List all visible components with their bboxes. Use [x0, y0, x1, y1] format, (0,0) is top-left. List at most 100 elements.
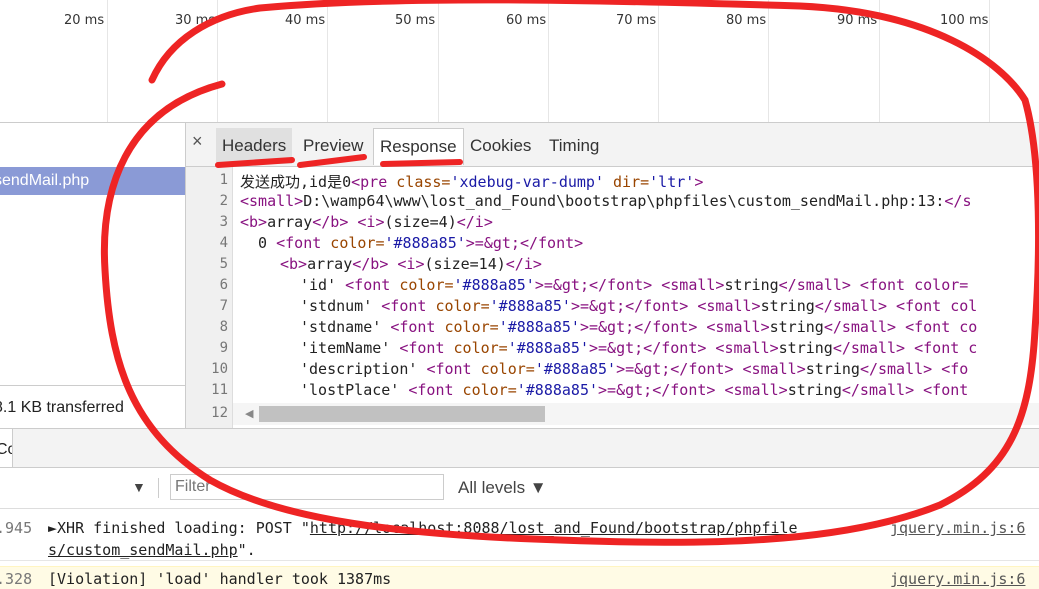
toolbar-divider — [158, 478, 159, 498]
timeline-tick: 70 ms — [616, 13, 657, 28]
code-tag: <font — [381, 297, 427, 315]
code-tag: <font — [408, 381, 454, 399]
timeline-tick: 80 ms — [726, 13, 767, 28]
tab-cookies[interactable]: Cookies — [464, 128, 537, 164]
response-viewer: 1 2 3 4 5 6 7 8 9 10 11 12 发送成功,id是0<pre… — [186, 167, 1039, 428]
horizontal-scrollbar[interactable]: ◀ — [233, 403, 1039, 425]
line-number: 2 — [219, 193, 228, 209]
code-tag: <font — [390, 318, 436, 336]
close-icon[interactable]: × — [192, 131, 203, 152]
message-text: ►XHR finished loading: POST "http://loca… — [48, 519, 798, 537]
drawer-header: Console — [0, 428, 1039, 468]
code-key: 'description' — [300, 360, 427, 378]
timeline-tick: 40 ms — [285, 13, 326, 28]
message-timestamp: .328 — [0, 570, 33, 588]
request-url-link[interactable]: s/custom_sendMail.php — [48, 541, 238, 559]
code-tag: <small> — [240, 192, 304, 210]
code-line: 'lostPlace' <font color='#888a85'>=&gt;<… — [300, 381, 968, 399]
code-tag: </b> — [312, 213, 349, 231]
code-attr: color= — [453, 381, 517, 399]
code-value: '#888a85' — [489, 297, 571, 315]
code-tag: </small> <font c — [832, 339, 978, 357]
code-value: '#888a85' — [516, 381, 599, 399]
message-text-cont: s/custom_sendMail.php". — [48, 541, 256, 559]
message-source-link[interactable]: jquery.min.js:6 — [890, 570, 1025, 588]
code-attr: dir= — [604, 173, 650, 191]
line-number: 12 — [211, 405, 228, 421]
code-line: 发送成功,id是0<pre class='xdebug-var-dump' di… — [240, 171, 703, 192]
code-text: string — [724, 276, 779, 294]
message-source-link[interactable]: jquery.min.js:6 — [890, 519, 1025, 537]
timeline-tick: 30 ms — [175, 13, 216, 28]
line-number: 7 — [219, 298, 228, 314]
code-tag: >=&gt;</font> <small> — [579, 318, 770, 336]
console-message-violation: .328 [Violation] 'load' handler took 138… — [0, 566, 1039, 589]
context-dropdown-icon[interactable]: ▼ — [132, 479, 146, 495]
code-key: 'stdname' — [300, 318, 391, 336]
code-tag: </i> — [456, 213, 493, 231]
network-timeline: 20 ms 30 ms 40 ms 50 ms 60 ms 70 ms 80 m… — [0, 0, 1039, 123]
scrollbar-thumb[interactable] — [259, 406, 545, 422]
code-value: 'ltr' — [649, 173, 695, 191]
code-tag: </i> — [505, 255, 542, 273]
scroll-left-arrow-icon[interactable]: ◀ — [245, 407, 253, 420]
tab-timing[interactable]: Timing — [543, 128, 605, 164]
code-value: '#888a85' — [507, 339, 589, 357]
code-text: 发送成功,id是0 — [240, 173, 352, 191]
code-tag: <i> — [397, 255, 425, 273]
code-line: <small>D:\wamp64\www\lost_and_Found\boot… — [240, 192, 972, 210]
code-attr: color= — [435, 318, 499, 336]
code-tag: <b> — [280, 255, 308, 273]
timeline-gridline — [548, 0, 549, 122]
code-line: 'description' <font color='#888a85'>=&gt… — [300, 360, 968, 378]
request-name: sendMail.php — [0, 172, 90, 189]
message-suffix: ". — [237, 541, 256, 559]
filter-input[interactable] — [170, 474, 444, 500]
line-number: 4 — [219, 235, 228, 251]
code-tag: </b> — [352, 255, 389, 273]
code-value: '#888a85' — [384, 234, 466, 252]
code-text: string — [760, 297, 815, 315]
tab-headers[interactable]: Headers — [216, 128, 293, 164]
code-tag: <i> — [357, 213, 385, 231]
code-text: string — [787, 381, 842, 399]
code-value: '#888a85' — [534, 360, 617, 378]
timeline-gridline — [327, 0, 328, 122]
tab-preview[interactable]: Preview — [297, 128, 369, 164]
code-line: 'stdname' <font color='#888a85'>=&gt;</f… — [300, 318, 977, 336]
message-prefix[interactable]: ►XHR finished loading: POST " — [48, 519, 310, 537]
timeline-gridline — [768, 0, 769, 122]
drawer-tab-console[interactable]: Console — [0, 429, 13, 467]
line-number: 10 — [211, 361, 228, 377]
detail-tabbar: × Headers Preview Response Cookies Timin… — [186, 123, 1039, 167]
timeline-gridline — [879, 0, 880, 122]
timeline-gridline — [989, 0, 990, 122]
line-number: 6 — [219, 277, 228, 293]
line-number: 8 — [219, 319, 228, 335]
code-tag: </small> <font — [841, 381, 969, 399]
code-value: '#888a85' — [498, 318, 580, 336]
code-tag: </small> <font color= — [778, 276, 969, 294]
code-attr: color= — [426, 297, 490, 315]
line-number: 5 — [219, 256, 228, 272]
code-tag: >=&gt;</font> <small> — [589, 339, 779, 357]
code-text: D:\wamp64\www\lost_and_Found\bootstrap\p… — [303, 192, 945, 210]
code-value: 'xdebug-var-dump' — [450, 173, 604, 191]
log-levels-dropdown[interactable]: All levels ▼ — [458, 478, 547, 498]
line-number: 9 — [219, 340, 228, 356]
code-line: 'itemName' <font color='#888a85'>=&gt;</… — [300, 339, 977, 357]
line-number-gutter: 1 2 3 4 5 6 7 8 9 10 11 12 — [186, 167, 233, 428]
console-message: .945 ►XHR finished loading: POST "http:/… — [0, 512, 1039, 561]
code-value: '#888a85' — [453, 276, 535, 294]
timeline-tick: 20 ms — [64, 13, 105, 28]
drawer-tab-label: Console — [0, 441, 12, 458]
tab-response[interactable]: Response — [373, 128, 464, 165]
request-url-link[interactable]: http://localhost:8088/lost_and_Found/boo… — [310, 519, 798, 537]
code-line: 'stdnum' <font color='#888a85'>=&gt;</fo… — [300, 297, 977, 315]
code-tag: </small> <font col — [814, 297, 978, 315]
timeline-gridline — [107, 0, 108, 122]
timeline-tick: 60 ms — [506, 13, 547, 28]
code-tag: </small> <fo — [859, 360, 969, 378]
code-line: <b>array</b> <i>(size=4)</i> — [240, 213, 493, 231]
request-row-selected[interactable]: sendMail.php — [0, 167, 185, 195]
